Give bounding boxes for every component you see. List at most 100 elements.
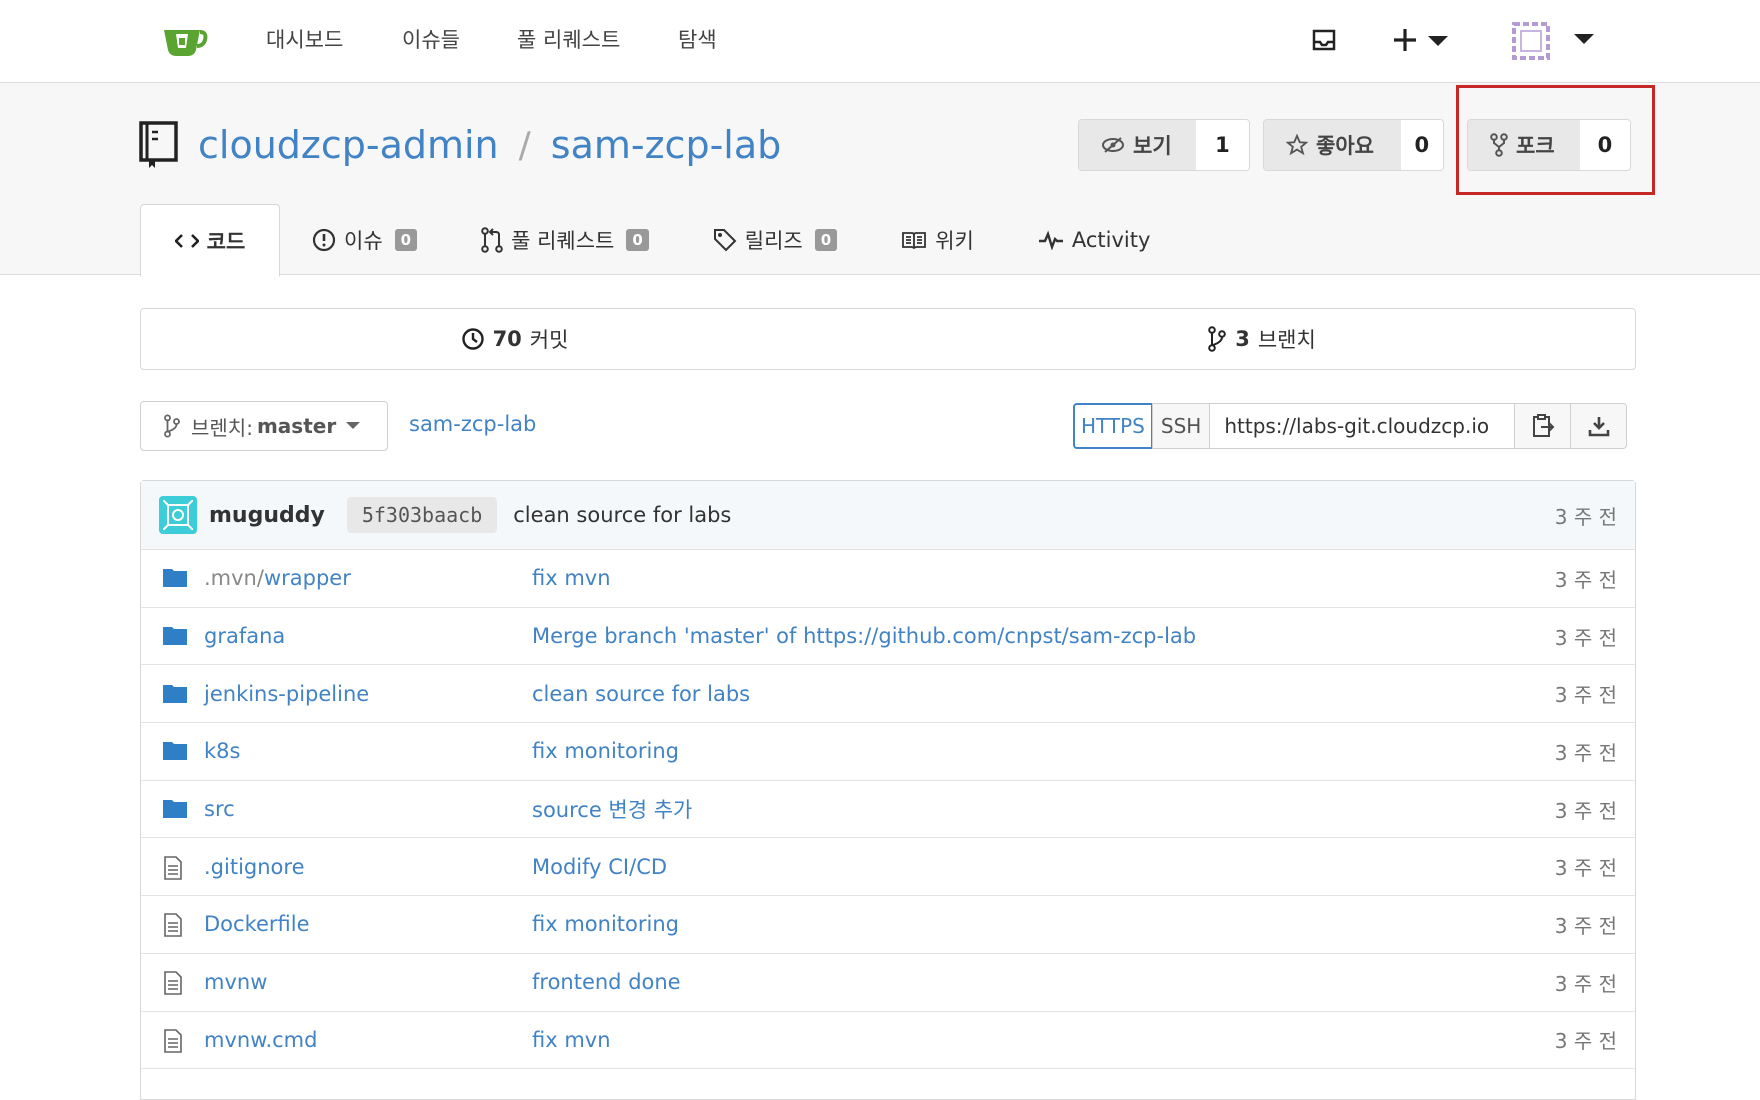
repo-tabs: 코드 이슈 0 풀 리퀘스트 0 릴리즈 0 위키 Activity: [140, 204, 1183, 277]
file-row: k8s fix monitoring 3 주 전: [141, 723, 1635, 781]
file-row: .gitignore Modify CI/CD 3 주 전: [141, 838, 1635, 897]
folder-icon: [163, 683, 187, 705]
commit-sha[interactable]: 5f303baacb: [346, 497, 498, 533]
clone-ssh-button[interactable]: SSH: [1151, 403, 1211, 449]
file-time: 3 주 전: [1554, 683, 1617, 708]
plus-icon[interactable]: [1394, 27, 1450, 57]
issue-icon: [312, 228, 336, 252]
folder-icon: [163, 567, 187, 589]
tab-activity[interactable]: Activity: [1006, 204, 1183, 276]
branch-icon: [164, 414, 180, 438]
folder-icon: [163, 740, 187, 762]
file-commit-message[interactable]: fix monitoring: [532, 739, 679, 763]
nav-dashboard[interactable]: 대시보드: [266, 24, 343, 54]
file-commit-message[interactable]: clean source for labs: [532, 682, 750, 706]
tab-code[interactable]: 코드: [140, 204, 280, 277]
file-row: src source 변경 추가 3 주 전: [141, 781, 1635, 839]
star-button[interactable]: 좋아요 0: [1263, 119, 1444, 171]
file-name-link[interactable]: src: [204, 797, 235, 821]
file-name-link[interactable]: jenkins-pipeline: [204, 682, 369, 706]
repo-path-separator: /: [518, 124, 531, 166]
tab-wiki-label: 위키: [935, 229, 974, 253]
clone-https-button[interactable]: HTTPS: [1073, 403, 1153, 449]
tab-issues[interactable]: 이슈 0: [280, 204, 449, 276]
nav-pull-requests[interactable]: 풀 리퀘스트: [517, 24, 620, 54]
pulse-icon: [1038, 230, 1063, 250]
file-time: 3 주 전: [1554, 625, 1617, 650]
tab-wiki[interactable]: 위키: [869, 204, 1006, 276]
file-name-link[interactable]: .gitignore: [204, 855, 305, 879]
commit-time: 3 주 전: [1554, 504, 1617, 529]
file-text-icon: [163, 1029, 187, 1053]
avatar-icon[interactable]: [1510, 20, 1552, 66]
watch-button[interactable]: 보기 1: [1078, 119, 1250, 171]
author-avatar[interactable]: [159, 496, 197, 534]
file-row: jenkins-pipeline clean source for labs 3…: [141, 665, 1635, 724]
tab-releases[interactable]: 릴리즈 0: [681, 204, 869, 276]
latest-commit-row: muguddy 5f303baacb clean source for labs…: [141, 481, 1635, 550]
nav-issues[interactable]: 이슈들: [402, 24, 460, 54]
file-commit-message[interactable]: fix mvn: [532, 1028, 611, 1052]
tab-pull-requests[interactable]: 풀 리퀘스트 0: [449, 204, 681, 276]
file-name-link[interactable]: grafana: [204, 624, 285, 648]
file-name-link[interactable]: .mvn/wrapper: [204, 566, 351, 590]
file-text-icon: [163, 855, 187, 880]
file-name-link[interactable]: mvnw.cmd: [204, 1028, 317, 1052]
file-text-icon: [163, 971, 187, 995]
nav-explore[interactable]: 탐색: [678, 24, 717, 54]
branches-link[interactable]: 3 브랜치: [888, 309, 1635, 369]
file-commit-message[interactable]: fix monitoring: [532, 912, 679, 936]
chevron-down-icon[interactable]: [1574, 31, 1594, 50]
gitea-cup-icon[interactable]: [160, 20, 208, 60]
file-name-link[interactable]: Dockerfile: [204, 912, 310, 936]
repo-name-link[interactable]: sam-zcp-lab: [551, 123, 781, 167]
repo-title: cloudzcp-admin / sam-zcp-lab: [138, 115, 781, 175]
repo-root-path-link[interactable]: sam-zcp-lab: [409, 412, 536, 436]
tab-releases-label: 릴리즈: [744, 229, 803, 253]
file-row: mvnw frontend done 3 주 전: [141, 954, 1635, 1012]
file-text-icon: [163, 913, 187, 938]
tab-pull-requests-badge: 0: [626, 229, 649, 251]
branch-selector[interactable]: 브렌치: master: [140, 401, 388, 451]
watch-count[interactable]: 1: [1195, 120, 1249, 170]
repo-owner-link[interactable]: cloudzcp-admin: [198, 123, 499, 167]
watch-text: 보기: [1133, 134, 1172, 158]
star-count[interactable]: 0: [1400, 120, 1443, 170]
branch-label: 브렌치:: [191, 415, 253, 440]
file-row: mvnw.cmd fix mvn 3 주 전: [141, 1012, 1635, 1070]
file-row: .mvn/wrapper fix mvn 3 주 전: [141, 550, 1635, 608]
file-row: Dockerfile fix monitoring 3 주 전: [141, 896, 1635, 954]
file-path-prefix: .mvn/: [204, 566, 264, 591]
branch-value: master: [256, 414, 337, 438]
file-name: wrapper: [263, 566, 351, 591]
file-commit-message[interactable]: fix mvn: [532, 566, 611, 590]
commits-link[interactable]: 70 커밋: [141, 309, 888, 369]
tab-code-label: 코드: [206, 229, 246, 254]
file-name-link[interactable]: mvnw: [204, 970, 267, 994]
tab-releases-badge: 0: [814, 229, 838, 251]
file-commit-message[interactable]: Merge branch 'master' of https://github.…: [532, 624, 1196, 648]
folder-icon: [163, 625, 187, 647]
file-time: 3 주 전: [1554, 740, 1617, 765]
file-time: 3 주 전: [1554, 913, 1617, 938]
watch-label[interactable]: 보기: [1079, 120, 1196, 170]
file-name-link[interactable]: k8s: [204, 739, 240, 763]
file-time: 3 주 전: [1554, 1029, 1617, 1054]
copy-clipboard-icon[interactable]: [1514, 403, 1572, 449]
file-table: muguddy 5f303baacb clean source for labs…: [140, 480, 1636, 1100]
file-commit-message[interactable]: source 변경 추가: [532, 794, 692, 824]
commits-count: 70: [492, 327, 522, 351]
download-icon[interactable]: [1570, 403, 1628, 449]
commit-author[interactable]: muguddy: [209, 503, 325, 528]
file-row: grafana Merge branch 'master' of https:/…: [141, 608, 1635, 666]
file-commit-message[interactable]: Modify CI/CD: [532, 855, 667, 879]
file-time: 3 주 전: [1554, 798, 1617, 823]
star-label[interactable]: 좋아요: [1264, 120, 1401, 170]
inbox-icon[interactable]: [1312, 28, 1336, 56]
pull-request-icon: [481, 227, 503, 253]
file-commit-message[interactable]: frontend done: [532, 970, 681, 994]
top-navbar: 대시보드 이슈들 풀 리퀘스트 탐색: [0, 0, 1760, 83]
clone-url-input[interactable]: https://labs-git.cloudzcp.io: [1209, 403, 1516, 449]
commit-message: clean source for labs: [513, 503, 732, 527]
tab-pull-requests-label: 풀 리퀘스트: [511, 229, 615, 253]
